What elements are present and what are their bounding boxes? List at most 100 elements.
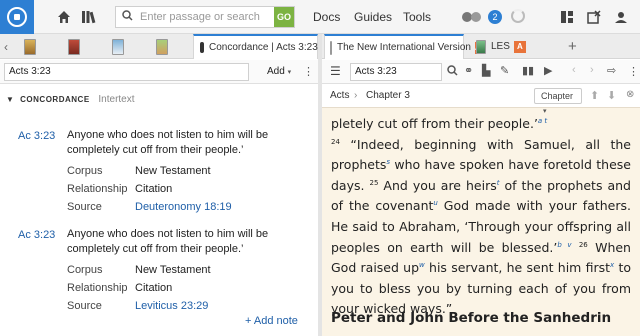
verse-number[interactable]: 24 xyxy=(331,137,340,145)
concordance-entry-text: Anyone who does not listen to him will b… xyxy=(67,228,269,255)
book-cover-icon xyxy=(68,38,80,55)
breadcrumb-book[interactable]: Acts xyxy=(330,90,349,101)
lock-icon[interactable]: ⇨ xyxy=(607,64,616,77)
close-icon[interactable]: ⊗ xyxy=(626,89,634,100)
relationship-value: Citation xyxy=(135,183,173,195)
concordance-reference-input[interactable]: Acts 3:23 xyxy=(4,63,249,81)
concordance-heading: CONCORDANCE xyxy=(20,95,90,104)
back-icon[interactable]: ‹ xyxy=(572,64,576,76)
source-link[interactable]: Deuteronomy 18:19 xyxy=(135,201,232,213)
concordance-entry-text: Anyone who does not listen to him will b… xyxy=(67,129,269,156)
chapter-dropdown[interactable]: Chapter ▾ xyxy=(534,88,582,115)
tab-concordance-label: Concordance | Acts 3:23 xyxy=(209,42,318,53)
add-button-label: Add xyxy=(267,66,285,77)
breadcrumb-chapter[interactable]: Chapter 3 xyxy=(366,90,410,101)
tab-niv[interactable]: The New International Version A xyxy=(324,34,481,59)
next-chapter-icon[interactable]: ⬇ xyxy=(607,89,616,102)
bible-reference-input[interactable]: Acts 3:23 xyxy=(350,63,442,81)
more-options-icon[interactable]: ⋮ xyxy=(303,65,314,78)
footnote-marker[interactable]: a t xyxy=(538,117,547,125)
sync-icon[interactable] xyxy=(460,8,484,26)
corpus-value: New Testament xyxy=(135,264,211,276)
search-icon xyxy=(122,10,133,24)
previous-chapter-icon[interactable]: ⬆ xyxy=(590,89,599,102)
concordance-entry-ref[interactable]: Ac 3:23 xyxy=(18,229,55,241)
source-label: Source xyxy=(67,201,102,213)
bible-toolbar: ☰ Acts 3:23 ⚭ ▙ ✎ ▮▮ ▶ ‹ › ⇨ ⋮ xyxy=(322,60,640,84)
section-heading: Peter and John Before the Sanhedrin xyxy=(331,310,612,326)
relationship-label: Relationship xyxy=(67,282,128,294)
more-options-icon[interactable]: ⋮ xyxy=(628,65,639,78)
tab-les[interactable]: LES A xyxy=(468,34,526,59)
intertext-subheading: Intertext xyxy=(98,94,135,105)
concordance-tab-icon xyxy=(200,42,204,53)
corpus-label: Corpus xyxy=(67,165,103,177)
breadcrumb-separator: › xyxy=(354,90,358,101)
right-tab-strip: The New International Version A LES A + xyxy=(322,34,640,59)
tab-resource-4[interactable] xyxy=(156,34,168,59)
search-icon[interactable] xyxy=(447,65,458,79)
columns-icon[interactable]: ▮▮ xyxy=(522,64,534,77)
add-button[interactable]: Add ▾ xyxy=(267,66,291,77)
reading-view-icon[interactable]: ✎ xyxy=(500,64,509,77)
forward-icon[interactable]: › xyxy=(590,64,594,76)
home-icon[interactable] xyxy=(55,8,73,26)
concordance-section-header[interactable]: ▼ CONCORDANCE Intertext xyxy=(6,94,135,105)
layouts-icon[interactable] xyxy=(558,8,576,26)
concordance-panel: ▼ CONCORDANCE Intertext Ac 3:23 Anyone w… xyxy=(0,84,318,336)
language-badge: A xyxy=(513,40,526,53)
play-icon[interactable]: ▶ xyxy=(544,64,552,77)
concordance-entry-ref[interactable]: Ac 3:23 xyxy=(18,130,55,142)
go-button[interactable]: GO xyxy=(274,7,294,27)
concordance-toolbar: Acts 3:23 Add ▾ ⋮ xyxy=(0,60,318,84)
collapse-triangle-icon: ▼ xyxy=(6,95,15,104)
book-cover-icon xyxy=(24,38,36,55)
close-panels-icon[interactable] xyxy=(585,8,603,26)
breadcrumb: Acts › Chapter 3 Chapter ▾ ⬆ ⬇ ⊗ xyxy=(322,84,640,115)
footnote-marker[interactable]: b v xyxy=(557,240,571,248)
corpus-value: New Testament xyxy=(135,165,211,177)
library-icon[interactable] xyxy=(80,8,98,26)
top-toolbar: GO Docs Guides Tools 2 xyxy=(0,0,640,34)
bible-passage: pletely cut off from their people.’a t 2… xyxy=(331,114,631,320)
book-cover-icon xyxy=(476,39,486,54)
verse-number[interactable]: 26 xyxy=(579,240,588,248)
passage-text: his servant, he sent him first xyxy=(424,260,611,276)
logos-logo-button[interactable] xyxy=(0,0,34,34)
passage-text: And you are heirs xyxy=(378,177,497,193)
passage-search-box: GO xyxy=(115,6,295,28)
source-label: Source xyxy=(67,300,102,312)
passage-text: pletely cut off from their people.’ xyxy=(331,116,538,131)
chapter-dropdown-label: Chapter xyxy=(541,91,574,101)
sync-status-icon xyxy=(511,9,525,23)
relationship-value: Citation xyxy=(135,282,173,294)
tab-resource-1[interactable] xyxy=(24,34,36,59)
tools-menu[interactable]: Tools xyxy=(403,10,431,24)
tab-niv-label: The New International Version xyxy=(337,42,471,53)
chevron-down-icon: ▾ xyxy=(287,69,292,76)
left-tab-strip: ‹ Concordance | Acts 3:23 xyxy=(0,34,318,59)
visual-filter-icon[interactable]: ⚭ xyxy=(464,64,473,77)
add-note-link[interactable]: + Add note xyxy=(245,315,298,327)
menu-icon[interactable]: ☰ xyxy=(330,64,341,78)
book-cover-icon xyxy=(330,40,332,55)
add-tab-button[interactable]: + xyxy=(568,34,577,59)
book-cover-icon xyxy=(156,38,168,55)
bible-reader-panel: Acts › Chapter 3 Chapter ▾ ⬆ ⬇ ⊗ pletely… xyxy=(322,84,640,336)
tab-concordance[interactable]: Concordance | Acts 3:23 xyxy=(193,34,318,59)
tab-resource-2[interactable] xyxy=(68,34,80,59)
corpus-label: Corpus xyxy=(67,264,103,276)
scroll-tabs-left-icon[interactable]: ‹ xyxy=(4,34,8,59)
tab-les-label: LES xyxy=(491,41,510,52)
source-link[interactable]: Leviticus 23:29 xyxy=(135,300,208,312)
notification-badge[interactable]: 2 xyxy=(488,10,502,24)
passage-search-input[interactable] xyxy=(140,9,270,25)
docs-menu[interactable]: Docs xyxy=(313,10,340,24)
logos-logo-icon xyxy=(7,7,27,27)
relationship-label: Relationship xyxy=(67,183,128,195)
tab-resource-3[interactable] xyxy=(112,34,124,59)
book-cover-icon xyxy=(112,38,124,55)
highlight-icon[interactable]: ▙ xyxy=(482,64,490,77)
guides-menu[interactable]: Guides xyxy=(354,10,392,24)
account-icon[interactable] xyxy=(612,8,630,26)
